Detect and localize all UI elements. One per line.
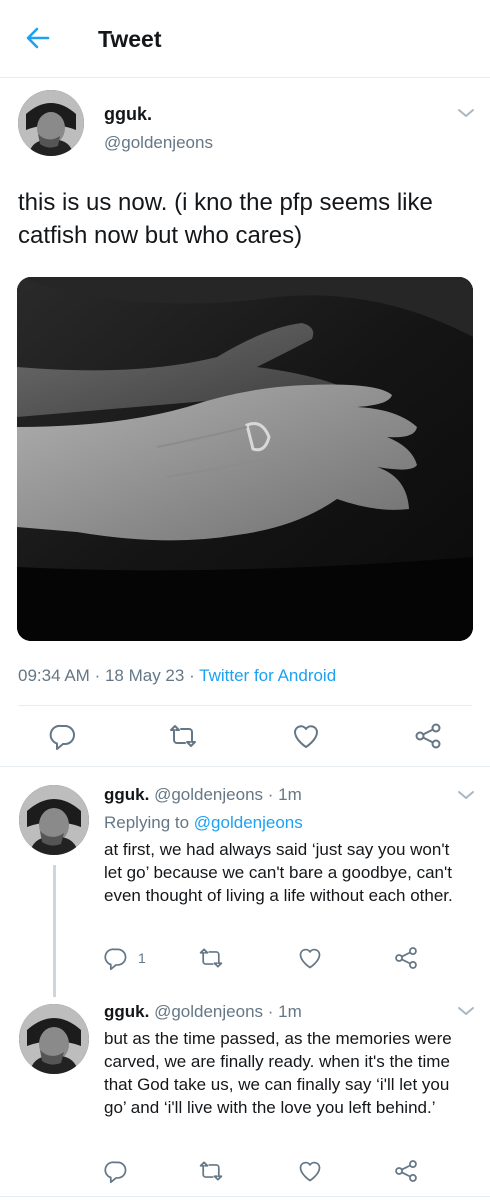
replying-to: Replying to @goldenjeons bbox=[104, 813, 303, 833]
reply-icon[interactable] bbox=[103, 945, 129, 971]
arrow-left-icon[interactable] bbox=[22, 22, 54, 54]
tweet-time: 09:34 AM bbox=[18, 666, 90, 685]
chevron-down-icon[interactable] bbox=[456, 1004, 476, 1018]
separator: · bbox=[267, 1002, 274, 1021]
meta-separator: · bbox=[94, 666, 105, 685]
share-icon[interactable] bbox=[413, 721, 443, 751]
retweet-icon[interactable] bbox=[198, 1158, 224, 1184]
author-handle[interactable]: @goldenjeons bbox=[154, 785, 263, 804]
thread-line bbox=[53, 865, 56, 997]
tweet-source-link[interactable]: Twitter for Android bbox=[199, 666, 336, 685]
author-name[interactable]: gguk. bbox=[104, 1002, 149, 1021]
avatar[interactable] bbox=[19, 1004, 89, 1074]
author-name[interactable]: gguk. bbox=[104, 785, 149, 804]
tweet-date: 18 May 23 bbox=[104, 666, 185, 685]
like-icon[interactable] bbox=[297, 945, 323, 971]
chevron-down-icon[interactable] bbox=[456, 106, 476, 120]
timestamp: 1m bbox=[278, 1002, 302, 1021]
share-icon[interactable] bbox=[393, 1158, 419, 1184]
avatar[interactable] bbox=[19, 785, 89, 855]
share-icon[interactable] bbox=[393, 945, 419, 971]
timestamp: 1m bbox=[278, 785, 302, 804]
like-icon[interactable] bbox=[291, 721, 321, 751]
divider bbox=[0, 766, 490, 767]
like-icon[interactable] bbox=[297, 1158, 323, 1184]
tweet-photo[interactable] bbox=[17, 277, 473, 641]
reply-header: gguk. @goldenjeons · 1m bbox=[104, 785, 302, 805]
reply-icon[interactable] bbox=[103, 1158, 129, 1184]
retweet-icon[interactable] bbox=[198, 945, 224, 971]
divider bbox=[0, 1196, 490, 1197]
author-name[interactable]: gguk. bbox=[104, 104, 152, 125]
tweet-meta: 09:34 AM · 18 May 23 · Twitter for Andro… bbox=[18, 666, 336, 686]
replying-to-prefix: Replying to bbox=[104, 813, 190, 832]
meta-separator: · bbox=[189, 666, 200, 685]
reply-count: 1 bbox=[138, 950, 146, 966]
author-handle[interactable]: @goldenjeons bbox=[154, 1002, 263, 1021]
avatar[interactable] bbox=[18, 90, 84, 156]
divider bbox=[18, 705, 472, 706]
page-title: Tweet bbox=[98, 26, 162, 52]
reply-header: gguk. @goldenjeons · 1m bbox=[104, 1002, 302, 1022]
reply-text: at first, we had always said ‘just say y… bbox=[104, 840, 453, 905]
reply-text: but as the time passed, as the memories … bbox=[104, 1029, 452, 1117]
replying-to-link[interactable]: @goldenjeons bbox=[194, 813, 303, 832]
separator: · bbox=[267, 785, 274, 804]
retweet-icon[interactable] bbox=[168, 721, 198, 751]
tweet-text: this is us now. (i kno the pfp seems lik… bbox=[18, 189, 433, 249]
top-bar: Tweet bbox=[0, 0, 490, 78]
chevron-down-icon[interactable] bbox=[456, 788, 476, 802]
reply-icon[interactable] bbox=[48, 721, 78, 751]
author-handle[interactable]: @goldenjeons bbox=[104, 133, 213, 153]
